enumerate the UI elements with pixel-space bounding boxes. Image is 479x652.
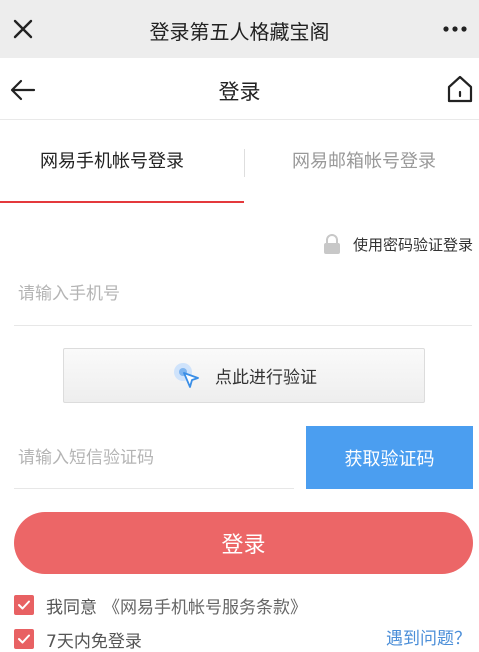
agreement-row: 我同意 《网易手机帐号服务条款》: [14, 592, 307, 618]
page-title: 登录: [218, 80, 261, 104]
checkmark-icon: [18, 634, 30, 644]
remember-login-checkbox[interactable]: [14, 629, 34, 649]
terms-of-service-link[interactable]: 《网易手机帐号服务条款》: [103, 593, 307, 618]
remember-login-label: 7天内免登录: [46, 631, 142, 652]
get-sms-code-button[interactable]: 获取验证码: [306, 426, 473, 489]
tab-phone-login[interactable]: 网易手机帐号登录: [40, 147, 184, 173]
agreement-prefix: 我同意: [46, 597, 97, 618]
page-nav-bar: 登录: [0, 58, 479, 120]
more-dots-icon[interactable]: [441, 16, 469, 42]
remember-login-row: 7天内免登录: [14, 626, 142, 652]
login-tabs: 网易手机帐号登录 网易邮箱帐号登录: [0, 121, 479, 203]
checkmark-icon: [18, 600, 30, 610]
tab-email-login[interactable]: 网易邮箱帐号登录: [292, 147, 436, 173]
password-login-label: 使用密码验证登录: [352, 235, 473, 254]
wechat-title-bar: 登录第五人格藏宝阁: [0, 0, 479, 58]
wechat-page-title: 登录第五人格藏宝阁: [149, 20, 330, 44]
tab-divider: [244, 149, 245, 177]
active-tab-indicator: [0, 201, 244, 203]
home-icon[interactable]: [445, 73, 475, 105]
login-button[interactable]: 登录: [14, 512, 473, 574]
agreement-checkbox[interactable]: [14, 595, 34, 615]
captcha-verify-label: 点此进行验证: [215, 368, 317, 388]
help-link[interactable]: 遇到问题？: [386, 626, 471, 652]
phone-field-row: [14, 262, 472, 326]
captcha-verify-button[interactable]: 点此进行验证: [63, 348, 425, 403]
cursor-click-icon: [174, 362, 199, 388]
lock-icon: [323, 234, 340, 254]
password-login-link[interactable]: 使用密码验证登录: [321, 232, 473, 256]
sms-field-row: [14, 426, 294, 489]
sms-code-input[interactable]: [18, 444, 288, 472]
phone-input[interactable]: [18, 280, 458, 308]
